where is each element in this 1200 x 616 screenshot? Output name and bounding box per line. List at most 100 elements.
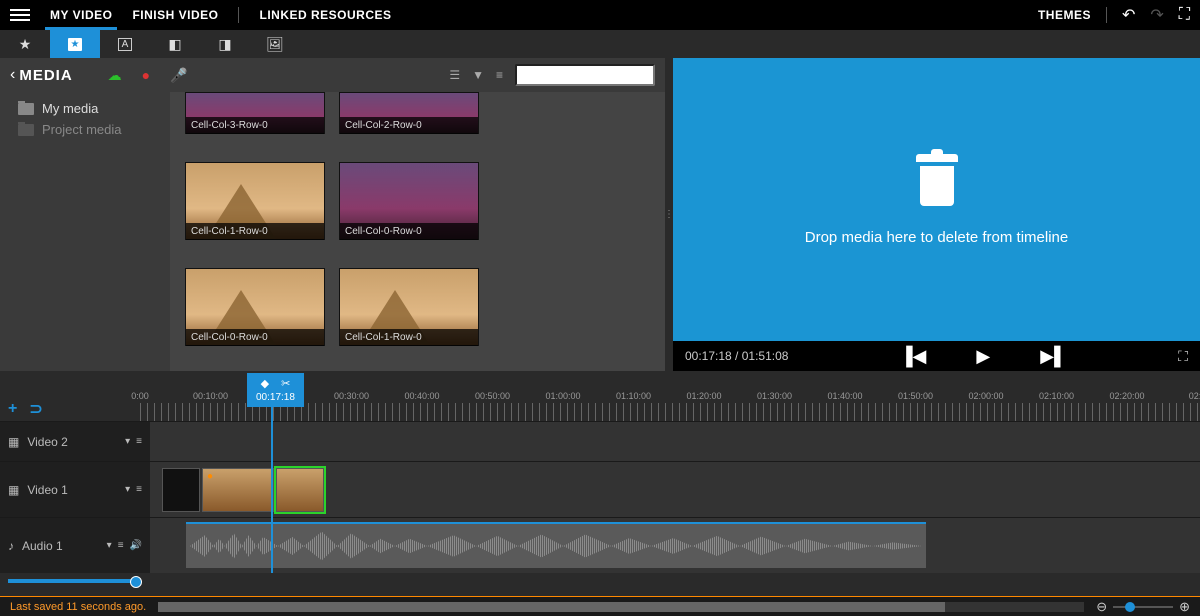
track-head[interactable]: ▦ Video 2 ▾ ≡ [0,422,150,461]
tab-finish-video[interactable]: FINISH VIDEO [132,0,218,30]
ruler-tick-label: 00:30:00 [334,391,369,401]
timeline-clip[interactable] [202,468,274,512]
splitter-handle[interactable]: ⋮ [665,58,673,371]
tree-item-project-media[interactable]: Project media [18,119,170,140]
media-grid[interactable]: Cell-Col-3-Row-0 Cell-Col-2-Row-0 Cell-C… [170,92,665,371]
volume-slider[interactable] [8,579,138,583]
fullscreen-preview-icon[interactable]: ⛶ [1178,348,1188,365]
playhead-time: 00:17:18 [256,392,295,403]
tab-linked-resources[interactable]: LINKED RESOURCES [259,0,391,30]
track-name: Video 2 [27,435,117,449]
folder-icon [18,103,34,115]
tab-my-video[interactable]: MY VIDEO [50,0,112,30]
next-icon[interactable]: ▶▌ [1040,346,1067,367]
ruler-tick-label: 00:50:00 [475,391,510,401]
track-video-2: ▦ Video 2 ▾ ≡ [0,421,1200,461]
tree-label: Project media [42,122,121,137]
mic-icon[interactable]: 🎤 [170,67,187,84]
media-clip[interactable]: Cell-Col-0-Row-0 [185,268,325,346]
timeline-clip[interactable] [162,468,200,512]
play-icon[interactable]: ▶ [976,346,990,367]
ruler-tick-label: 00:40:00 [404,391,439,401]
separator [1106,7,1107,23]
media-title: MEDIA [19,67,72,84]
ruler-tick-label: 01:20:00 [686,391,721,401]
track-head[interactable]: ♪ Audio 1 ▾ ≡ 🔊 [0,518,150,573]
track-dropdown-icon[interactable]: ▾ [107,540,112,551]
ruler-tick-label: 01:50:00 [898,391,933,401]
audio-clip[interactable] [186,522,926,568]
clip-label: Cell-Col-2-Row-0 [340,117,478,134]
media-clip[interactable]: Cell-Col-3-Row-0 [185,92,325,134]
zoom-out-icon[interactable]: ⊖ [1096,599,1107,615]
zoom-slider[interactable] [1113,606,1173,608]
ruler-tick-label: 01:30:00 [757,391,792,401]
media-clip[interactable]: Cell-Col-1-Row-0 [339,268,479,346]
timeline-scrollbar[interactable] [158,602,1084,612]
marker-pin-icon: ◆ [261,377,269,390]
text-box-icon[interactable]: A [100,30,150,58]
menu-hamburger[interactable] [10,9,30,21]
magnet-icon[interactable]: ⊃ [29,399,42,419]
themes-button[interactable]: THEMES [1038,8,1091,22]
zoom-in-icon[interactable]: ⊕ [1179,599,1190,615]
clip-label: Cell-Col-3-Row-0 [186,117,324,134]
layer1-icon[interactable]: ◧ [150,30,200,58]
ruler-tick-label: 02:3 [1189,391,1200,401]
ruler-tick-label: 02:10:00 [1039,391,1074,401]
image-icon[interactable]: 🖼 [250,30,300,58]
search-input[interactable] [515,64,655,86]
track-name: Video 1 [27,483,117,497]
track-name: Audio 1 [22,539,99,553]
track-dropdown-icon[interactable]: ▾ [125,484,130,495]
mute-icon[interactable]: 🔊 [130,540,142,551]
timeline-clip-selected[interactable] [276,468,324,512]
ruler-tick-label: 01:10:00 [616,391,651,401]
track-menu-icon[interactable]: ≡ [136,484,142,495]
ruler-tick-label: 02:20:00 [1109,391,1144,401]
redo-icon[interactable]: ↷ [1150,5,1163,25]
track-audio-1: ♪ Audio 1 ▾ ≡ 🔊 [0,517,1200,573]
track-dropdown-icon[interactable]: ▾ [125,436,130,447]
media-back-button[interactable]: ‹ MEDIA [10,66,73,84]
sort-icon[interactable]: ≡ [496,68,503,82]
playhead-line[interactable] [271,403,273,573]
clip-label: Cell-Col-1-Row-0 [186,223,324,240]
media-clip[interactable]: Cell-Col-2-Row-0 [339,92,479,134]
track-video-1: ▦ Video 1 ▾ ≡ [0,461,1200,517]
playhead-marker[interactable]: ◆ ✂ 00:17:18 [247,373,304,407]
list-icon[interactable]: ☰ [449,68,460,82]
ruler-tick-label: 02:00:00 [968,391,1003,401]
video-track-icon: ▦ [8,435,19,449]
folder-icon [18,124,34,136]
ruler-tick-label: 01:00:00 [545,391,580,401]
scissors-icon[interactable]: ✂ [281,377,290,390]
clip-label: Cell-Col-0-Row-0 [340,223,478,240]
track-menu-icon[interactable]: ≡ [136,436,142,447]
media-clip[interactable]: Cell-Col-0-Row-0 [339,162,479,240]
video-track-icon: ▦ [8,483,19,497]
filter-icon[interactable]: ▼ [472,68,484,82]
audio-track-icon: ♪ [8,539,14,553]
trash-icon [912,154,962,209]
fullscreen-icon[interactable]: ⛶ [1179,6,1190,24]
record-icon[interactable]: ● [142,67,150,83]
clip-label: Cell-Col-0-Row-0 [186,329,324,346]
undo-icon[interactable]: ↶ [1122,5,1135,25]
add-track-icon[interactable]: + [8,400,17,418]
preview-dropzone[interactable]: Drop media here to delete from timeline [673,58,1200,341]
upload-icon[interactable]: ☁ [108,67,122,84]
media-clip[interactable]: Cell-Col-1-Row-0 [185,162,325,240]
tree-item-my-media[interactable]: My media [18,98,170,119]
save-status-text: Last saved 11 seconds ago. [10,601,146,613]
layer2-icon[interactable]: ◨ [200,30,250,58]
drop-text: Drop media here to delete from timeline [805,229,1068,246]
prev-icon[interactable]: ▐◀ [900,346,927,367]
track-head[interactable]: ▦ Video 1 ▾ ≡ [0,462,150,517]
ruler-tick-label: 0:00 [131,391,149,401]
star-icon[interactable]: ★ [0,30,50,58]
track-menu-icon[interactable]: ≡ [118,540,124,551]
ruler-tick-label: 00:10:00 [193,391,228,401]
favorite-box-icon[interactable]: ★ [50,30,100,58]
tree-label: My media [42,101,98,116]
